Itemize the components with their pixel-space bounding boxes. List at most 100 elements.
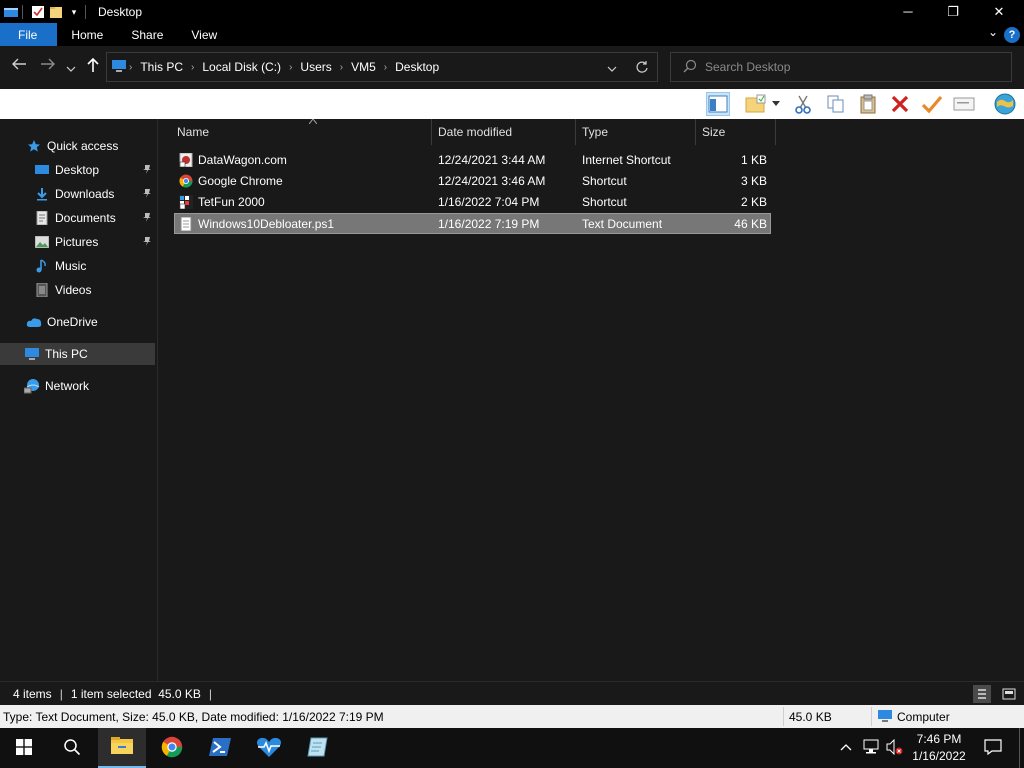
- checkmark-icon[interactable]: [920, 92, 944, 116]
- sidebar-item-label: Documents: [55, 211, 116, 225]
- search-input[interactable]: [705, 60, 995, 74]
- column-header-type[interactable]: Type: [576, 119, 696, 145]
- tab-view[interactable]: View: [177, 23, 231, 46]
- show-hidden-icons[interactable]: [840, 738, 852, 754]
- notepad-icon: [307, 736, 329, 761]
- preview-pane-icon[interactable]: [706, 92, 730, 116]
- maximize-button[interactable]: ❐: [930, 0, 976, 23]
- search-icon: [63, 738, 81, 759]
- documents-icon: [34, 210, 50, 226]
- network-icon: [24, 378, 40, 394]
- maximize-icon: ❐: [947, 3, 959, 19]
- sidebar-item-downloads[interactable]: Downloads: [0, 183, 155, 205]
- address-bar[interactable]: › This PC › Local Disk (C:) › Users › VM…: [106, 52, 658, 82]
- breadcrumb-separator[interactable]: ›: [338, 62, 345, 73]
- sidebar-item-desktop[interactable]: Desktop: [0, 159, 155, 181]
- pin-icon[interactable]: [142, 188, 152, 201]
- file-date: 1/16/2022 7:19 PM: [438, 217, 540, 231]
- breadcrumb-users[interactable]: Users: [294, 60, 337, 74]
- sidebar-item-videos[interactable]: Videos: [0, 279, 155, 301]
- sort-ascending-icon: [308, 117, 318, 126]
- qat-divider: [22, 4, 23, 19]
- system-clock[interactable]: 7:46 PM 1/16/2022: [906, 731, 972, 765]
- sidebar-item-label: Downloads: [55, 187, 115, 201]
- pin-icon[interactable]: [142, 212, 152, 225]
- volume-muted-icon[interactable]: [886, 738, 904, 758]
- download-icon: [34, 186, 50, 202]
- back-button[interactable]: [11, 57, 27, 76]
- large-icons-view-button[interactable]: [1000, 685, 1018, 703]
- cut-icon[interactable]: [791, 92, 815, 116]
- breadcrumb-this-pc[interactable]: This PC: [134, 60, 189, 74]
- network-status-icon[interactable]: [862, 739, 880, 758]
- breadcrumb-separator[interactable]: ›: [382, 62, 389, 73]
- internet-shortcut-icon: [179, 152, 193, 168]
- tab-share[interactable]: Share: [117, 23, 177, 46]
- column-header-size[interactable]: Size: [696, 119, 776, 145]
- forward-button[interactable]: [40, 57, 56, 76]
- customize-qat-icon[interactable]: ▾: [67, 5, 81, 19]
- sidebar-item-network[interactable]: Network: [0, 375, 155, 397]
- music-icon: [34, 258, 50, 274]
- pin-icon[interactable]: [142, 164, 152, 177]
- sidebar-item-pictures[interactable]: Pictures: [0, 231, 155, 253]
- sidebar-item-music[interactable]: Music: [0, 255, 155, 277]
- chrome-taskbar-button[interactable]: [148, 728, 196, 768]
- sidebar-item-quick-access[interactable]: Quick access: [0, 135, 155, 157]
- ribbon-tabs: File Home Share View ⌄ ?: [0, 23, 1024, 46]
- help-icon[interactable]: ?: [1004, 27, 1020, 43]
- column-header-name[interactable]: Name: [171, 117, 432, 145]
- pin-icon[interactable]: [142, 236, 152, 249]
- recent-locations-button[interactable]: [66, 60, 76, 78]
- file-row[interactable]: Google Chrome 12/24/2021 3:46 AM Shortcu…: [174, 171, 771, 192]
- new-folder-icon[interactable]: [744, 92, 768, 116]
- status-separator: |: [59, 686, 63, 701]
- breadcrumb-separator[interactable]: ›: [127, 62, 134, 73]
- computer-icon: [877, 709, 893, 726]
- refresh-icon[interactable]: [635, 60, 649, 77]
- tab-file[interactable]: File: [0, 23, 58, 46]
- show-desktop-strip[interactable]: [1019, 728, 1024, 768]
- powershell-taskbar-button[interactable]: [196, 728, 244, 768]
- sidebar-item-documents[interactable]: Documents: [0, 207, 155, 229]
- title-bar: ▾ Desktop ─ ❐ ✕: [0, 0, 1024, 23]
- expand-ribbon-icon[interactable]: ⌄: [988, 25, 998, 39]
- rename-icon[interactable]: [952, 92, 976, 116]
- heart-pulse-icon: [256, 736, 282, 761]
- file-row-selected[interactable]: Windows10Debloater.ps1 1/16/2022 7:19 PM…: [174, 213, 771, 234]
- file-name: DataWagon.com: [198, 153, 287, 167]
- address-dropdown-icon[interactable]: [607, 62, 617, 76]
- breadcrumb-desktop[interactable]: Desktop: [389, 60, 445, 74]
- health-monitor-taskbar-button[interactable]: [245, 728, 293, 768]
- notifications-icon[interactable]: [984, 739, 1002, 758]
- minimize-button[interactable]: ─: [885, 0, 931, 23]
- column-header-date-modified[interactable]: Date modified: [432, 119, 576, 145]
- copy-icon[interactable]: [824, 92, 848, 116]
- search-button[interactable]: [48, 728, 96, 768]
- details-view-button[interactable]: [973, 685, 991, 703]
- sidebar-item-this-pc[interactable]: This PC: [0, 343, 155, 365]
- file-row[interactable]: TetFun 2000 1/16/2022 7:04 PM Shortcut 2…: [174, 192, 771, 213]
- breadcrumb-separator[interactable]: ›: [189, 62, 196, 73]
- properties-icon[interactable]: [31, 5, 45, 19]
- minimize-icon: ─: [903, 4, 913, 19]
- file-explorer-taskbar-button[interactable]: [98, 728, 146, 768]
- breadcrumb-separator[interactable]: ›: [287, 62, 294, 73]
- sidebar-item-label: Videos: [55, 283, 92, 297]
- breadcrumb-vm5[interactable]: VM5: [345, 60, 382, 74]
- sidebar-item-onedrive[interactable]: OneDrive: [0, 311, 155, 333]
- up-button[interactable]: [86, 57, 100, 78]
- close-button[interactable]: ✕: [976, 0, 1022, 23]
- start-button[interactable]: [0, 728, 48, 768]
- window-icon[interactable]: [4, 5, 18, 19]
- paste-icon[interactable]: [856, 92, 880, 116]
- app-taskbar-button[interactable]: [294, 728, 342, 768]
- globe-icon[interactable]: [990, 92, 1020, 116]
- new-folder-icon[interactable]: [49, 5, 63, 19]
- delete-icon[interactable]: [888, 92, 912, 116]
- file-size: 3 KB: [740, 174, 767, 188]
- dropdown-arrow-icon[interactable]: [770, 92, 782, 116]
- tab-home[interactable]: Home: [57, 23, 117, 46]
- breadcrumb-local-disk[interactable]: Local Disk (C:): [196, 60, 287, 74]
- file-row[interactable]: DataWagon.com 12/24/2021 3:44 AM Interne…: [174, 150, 771, 171]
